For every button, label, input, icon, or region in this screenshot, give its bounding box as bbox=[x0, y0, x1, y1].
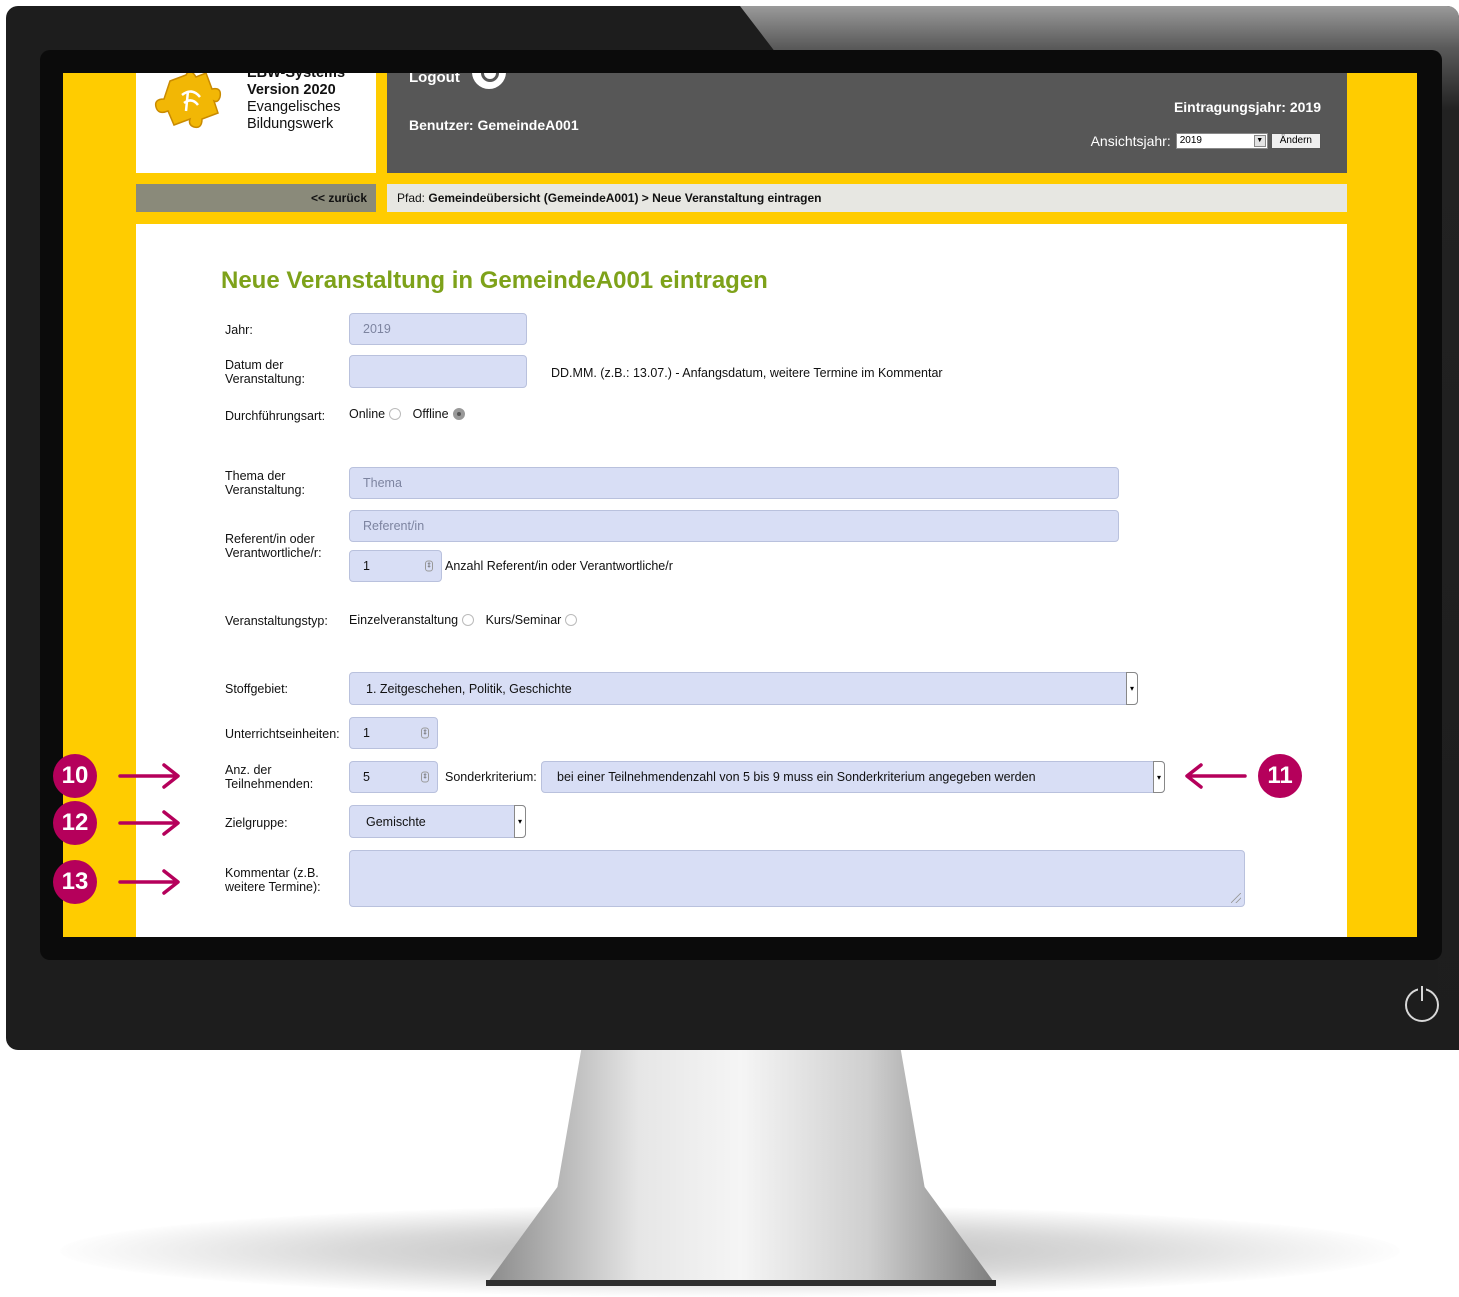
annotation-badge-12: 12 bbox=[53, 801, 97, 845]
kommentar-label: Kommentar (z.B. weitere Termine): bbox=[225, 866, 321, 894]
referent-count-value: 1 bbox=[363, 559, 370, 573]
logo-line-1: EBW-Systems bbox=[247, 73, 346, 81]
referent-count-stepper[interactable]: 1 ⇕ bbox=[349, 550, 442, 582]
typ-radio-group: Einzelveranstaltung Kurs/Seminar bbox=[349, 613, 585, 627]
typ-kurs-radio[interactable] bbox=[565, 614, 578, 626]
resize-handle-icon[interactable] bbox=[1231, 893, 1241, 903]
art-radio-group: Online Offline bbox=[349, 407, 473, 421]
logo-line-2: Version 2020 bbox=[247, 82, 336, 98]
annotation-badge-10: 10 bbox=[53, 754, 97, 798]
art-online-radio[interactable] bbox=[389, 408, 402, 420]
tn-value: 5 bbox=[363, 770, 370, 784]
art-label: Durchführungsart: bbox=[225, 409, 326, 423]
breadcrumb-prefix: Pfad: bbox=[397, 191, 426, 205]
typ-label: Veranstaltungstyp: bbox=[225, 614, 328, 628]
thema-label: Thema der Veranstaltung: bbox=[225, 469, 305, 497]
thema-input[interactable]: Thema bbox=[349, 467, 1119, 499]
thema-label-line-1: Thema der bbox=[225, 469, 286, 483]
monitor-stand-base bbox=[486, 1280, 996, 1286]
logo-box: EBW-Systems Version 2020 Evangelisches B… bbox=[136, 73, 376, 173]
art-offline-radio[interactable] bbox=[452, 408, 465, 420]
jahr-label: Jahr: bbox=[225, 323, 253, 337]
view-year-select[interactable]: 2019 ▼ bbox=[1175, 133, 1268, 149]
user-label: Benutzer: GemeindeA001 bbox=[409, 117, 579, 133]
referent-input[interactable]: Referent/in bbox=[349, 510, 1119, 542]
annotation-badge-13: 13 bbox=[53, 860, 97, 904]
datum-label: Datum der Veranstaltung: bbox=[225, 358, 305, 386]
referent-label: Referent/in oder Verantwortliche/r: bbox=[225, 532, 322, 560]
tn-label: Anz. der Teilnehmenden: bbox=[225, 763, 313, 791]
thema-label-line-2: Veranstaltung: bbox=[225, 483, 305, 497]
ziel-label: Zielgruppe: bbox=[225, 816, 288, 830]
ue-stepper[interactable]: 1 ⇕ bbox=[349, 717, 438, 749]
view-year-value: 2019 bbox=[1179, 135, 1202, 146]
page-title: Neue Veranstaltung in GemeindeA001 eintr… bbox=[221, 267, 768, 294]
referent-placeholder: Referent/in bbox=[363, 519, 425, 533]
stepper-icon[interactable]: ⇕ bbox=[425, 560, 433, 572]
datum-label-line-2: Veranstaltung: bbox=[225, 372, 305, 386]
jahr-value: 2019 bbox=[363, 322, 391, 336]
arrow-right-icon bbox=[118, 810, 180, 836]
sonder-select[interactable]: bei einer Teilnehmendenzahl von 5 bis 9 … bbox=[541, 761, 1165, 793]
chevron-down-icon: ▾ bbox=[1153, 761, 1165, 793]
puzzle-logo-icon bbox=[154, 73, 222, 129]
referent-count-hint: Anzahl Referent/in oder Verantwortliche/… bbox=[445, 559, 673, 573]
breadcrumb: Pfad: Gemeindeübersicht (GemeindeA001) >… bbox=[387, 184, 1347, 212]
arrow-right-icon bbox=[118, 869, 180, 895]
typ-einzel-radio[interactable] bbox=[462, 614, 475, 626]
ue-value: 1 bbox=[363, 726, 370, 740]
annotation-badge-11: 11 bbox=[1258, 754, 1302, 798]
logout-icon[interactable] bbox=[471, 73, 506, 89]
referent-label-line-1: Referent/in oder bbox=[225, 532, 315, 546]
jahr-field[interactable]: 2019 bbox=[349, 313, 527, 345]
datum-label-line-1: Datum der bbox=[225, 358, 284, 372]
datum-hint: DD.MM. (z.B.: 13.07.) - Anfangsdatum, we… bbox=[551, 366, 943, 380]
logout-label: Logout bbox=[409, 73, 460, 86]
logo-text: EBW-Systems Version 2020 Evangelisches B… bbox=[247, 73, 345, 133]
logout-link[interactable]: Logout bbox=[409, 73, 506, 89]
back-link[interactable]: << zurück bbox=[136, 184, 376, 212]
ziel-value: Gemischte bbox=[366, 814, 426, 829]
logo-line-4: Bildungswerk bbox=[247, 116, 334, 132]
main-content: Neue Veranstaltung in GemeindeA001 eintr… bbox=[136, 224, 1347, 937]
art-online-label: Online bbox=[349, 407, 386, 421]
chevron-down-icon: ▼ bbox=[1253, 135, 1266, 147]
sonder-label: Sonderkriterium: bbox=[445, 770, 537, 784]
chevron-down-icon: ▾ bbox=[1126, 672, 1138, 705]
kommentar-label-line-1: Kommentar (z.B. bbox=[225, 866, 319, 880]
breadcrumb-path: Gemeindeübersicht (GemeindeA001) > Neue … bbox=[428, 191, 822, 205]
stoff-select[interactable]: 1. Zeitgeschehen, Politik, Geschichte ▾ bbox=[349, 672, 1138, 705]
arrow-right-icon bbox=[118, 763, 180, 789]
tn-label-line-1: Anz. der bbox=[225, 763, 272, 777]
stoff-value: 1. Zeitgeschehen, Politik, Geschichte bbox=[366, 681, 572, 696]
datum-input[interactable] bbox=[349, 355, 527, 388]
change-year-button[interactable]: Ändern bbox=[1270, 133, 1321, 149]
chevron-down-icon: ▾ bbox=[514, 805, 526, 838]
logo-line-3: Evangelisches bbox=[247, 99, 341, 115]
typ-einzel-label: Einzelveranstaltung bbox=[349, 613, 459, 627]
thema-placeholder: Thema bbox=[363, 476, 402, 490]
view-year-label: Ansichtsjahr: bbox=[1090, 133, 1171, 149]
stepper-icon[interactable]: ⇕ bbox=[421, 727, 429, 739]
tn-label-line-2: Teilnehmenden: bbox=[225, 777, 314, 791]
power-icon bbox=[1405, 986, 1439, 1022]
stage: EBW-Systems Version 2020 Evangelisches B… bbox=[0, 0, 1459, 1297]
monitor-stand bbox=[486, 1040, 996, 1285]
header: Logout Benutzer: GemeindeA001 Eintragung… bbox=[387, 73, 1347, 173]
kommentar-label-line-2: weitere Termine): bbox=[225, 880, 321, 894]
referent-label-line-2: Verantwortliche/r: bbox=[225, 546, 322, 560]
tn-stepper[interactable]: 5 ⇕ bbox=[349, 761, 438, 793]
typ-kurs-label: Kurs/Seminar bbox=[485, 613, 562, 627]
ue-label: Unterrichtseinheiten: bbox=[225, 727, 340, 741]
arrow-left-icon bbox=[1185, 763, 1247, 789]
entry-year: Eintragungsjahr: 2019 bbox=[1173, 99, 1321, 115]
kommentar-textarea[interactable] bbox=[349, 850, 1245, 907]
stepper-icon[interactable]: ⇕ bbox=[421, 771, 429, 783]
sonder-value: bei einer Teilnehmendenzahl von 5 bis 9 … bbox=[557, 770, 1036, 784]
ziel-select[interactable]: Gemischte ▾ bbox=[349, 805, 526, 838]
view-year-row: Ansichtsjahr: 2019 ▼ Ändern bbox=[1091, 133, 1321, 149]
stoff-label: Stoffgebiet: bbox=[225, 682, 289, 696]
art-offline-label: Offline bbox=[412, 407, 449, 421]
screen: EBW-Systems Version 2020 Evangelisches B… bbox=[63, 73, 1417, 937]
